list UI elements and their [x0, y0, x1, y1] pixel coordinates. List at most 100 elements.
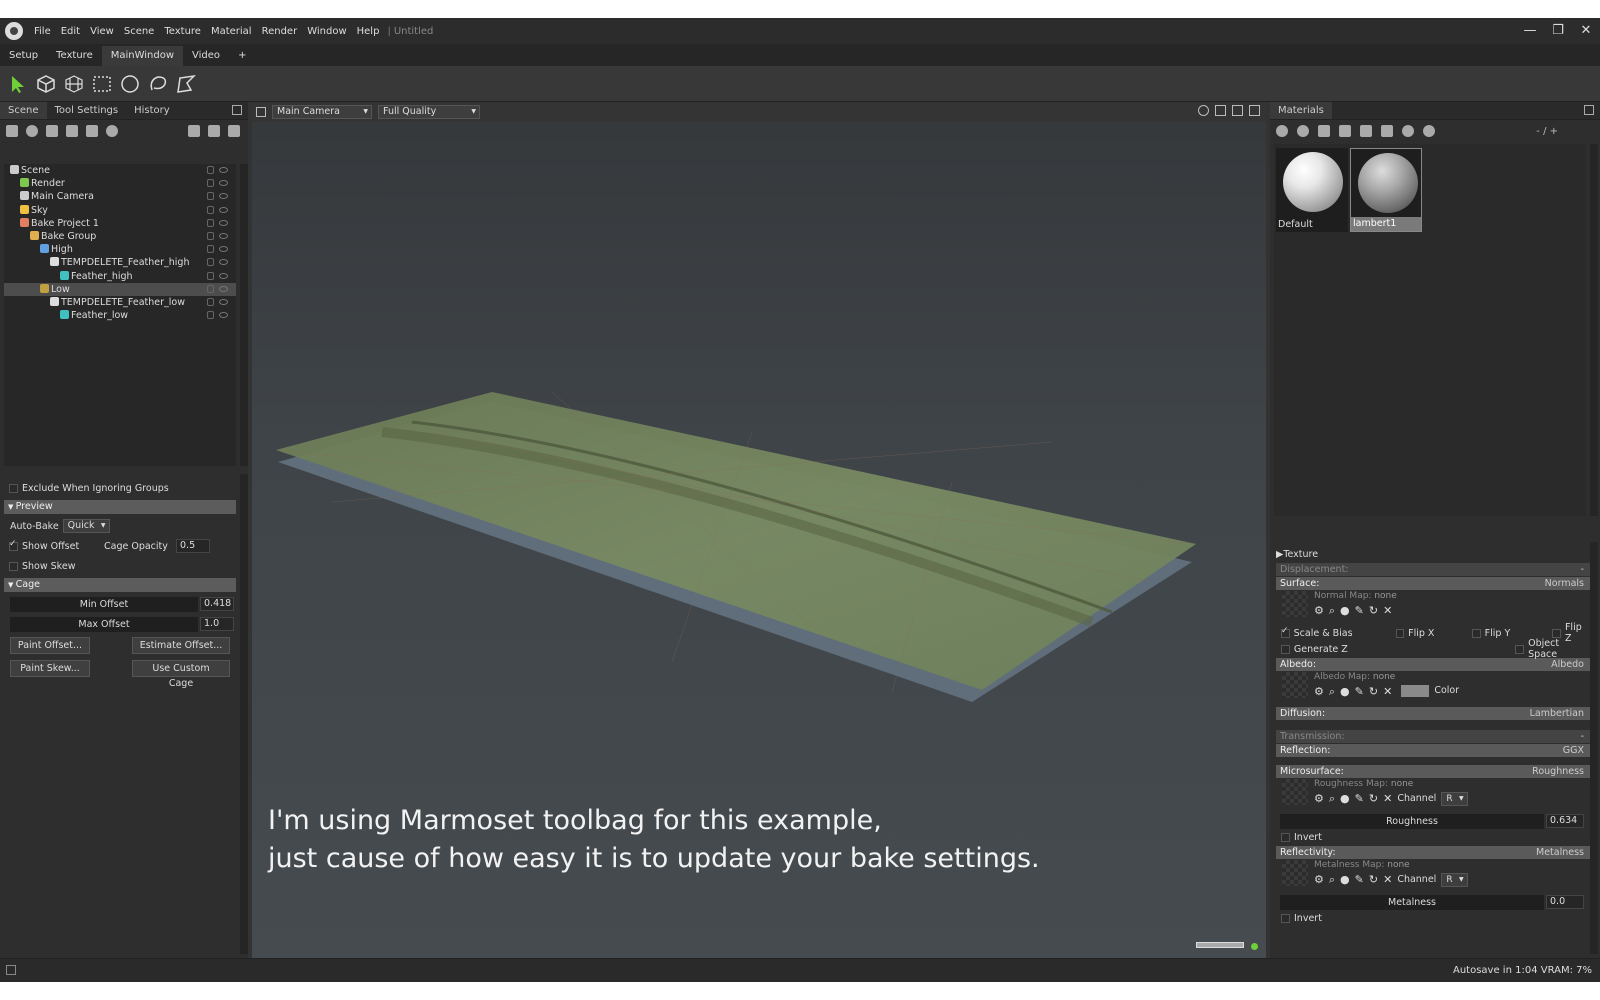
channel-dropdown[interactable]: R [1441, 792, 1468, 806]
diffusion-header[interactable]: Diffusion: Lambertian [1276, 707, 1590, 720]
tree-item[interactable]: Bake Group [4, 230, 236, 243]
tree-scrollbar[interactable] [240, 164, 248, 466]
paint-skew-button[interactable]: Paint Skew... [10, 660, 90, 677]
lock-icon[interactable] [207, 311, 214, 320]
minimize-button[interactable]: — [1516, 18, 1544, 44]
tab-video[interactable]: Video [183, 46, 229, 66]
flip-z-checkbox[interactable] [1552, 628, 1561, 638]
material-delete-icon[interactable] [1360, 125, 1372, 137]
metalness-map-slot[interactable] [1282, 860, 1308, 886]
cage-opacity-label[interactable]: Cage Opacity [104, 541, 176, 552]
auto-bake-dropdown[interactable]: Quick [62, 519, 110, 533]
tree-item[interactable]: High [4, 243, 236, 256]
lock-icon[interactable] [207, 218, 214, 227]
generate-z-checkbox[interactable] [1281, 644, 1290, 654]
gear-icon[interactable]: ⚙ [1314, 685, 1324, 699]
tree-item[interactable]: Feather_high [4, 270, 236, 283]
show-offset-checkbox[interactable] [9, 539, 18, 551]
add-tab-button[interactable]: + [229, 46, 255, 66]
microsurface-header[interactable]: Microsurface: Roughness [1276, 765, 1590, 778]
menu-window[interactable]: Window [302, 26, 351, 37]
clear-icon[interactable]: ✕ [1383, 604, 1392, 618]
tab-history[interactable]: History [126, 102, 178, 119]
invert2-checkbox[interactable] [1281, 913, 1290, 923]
visibility-icon[interactable] [219, 232, 228, 239]
add-camera-icon[interactable] [46, 125, 58, 137]
object-space-checkbox[interactable] [1515, 644, 1525, 654]
search-icon[interactable]: ⌕ [1329, 792, 1335, 806]
metal-channel-dropdown[interactable]: R [1441, 873, 1468, 887]
lock-icon[interactable] [207, 205, 214, 214]
pencil-icon[interactable]: ✎ [1355, 604, 1364, 618]
visibility-icon[interactable] [219, 219, 228, 226]
pencil-icon[interactable]: ✎ [1355, 685, 1364, 699]
material-pick-icon[interactable] [1381, 125, 1393, 137]
menu-scene[interactable]: Scene [119, 26, 160, 37]
visibility-icon[interactable] [219, 285, 228, 292]
reflectivity-dropdown[interactable]: Metalness [1536, 846, 1590, 859]
min-offset-slider[interactable]: Min Offset [10, 596, 198, 612]
tab-texture[interactable]: Texture [47, 46, 102, 66]
delete-icon[interactable] [228, 125, 240, 137]
gear-icon[interactable]: ⚙ [1314, 792, 1324, 806]
material-thumb-lambert1[interactable]: lambert1 [1350, 148, 1422, 232]
tree-item[interactable]: Scene [4, 164, 236, 177]
popout-icon[interactable] [232, 105, 242, 115]
microsurface-dropdown[interactable]: Roughness [1532, 765, 1590, 778]
polygon-select-icon[interactable] [174, 72, 198, 96]
dropper-icon[interactable]: ● [1340, 604, 1350, 618]
paint-offset-button[interactable]: Paint Offset... [10, 637, 90, 654]
dropper-icon[interactable]: ● [1340, 873, 1350, 887]
transmission-dropdown[interactable]: - [1581, 730, 1590, 743]
visibility-icon[interactable] [219, 193, 228, 200]
menu-texture[interactable]: Texture [159, 26, 206, 37]
tab-tool-settings[interactable]: Tool Settings [47, 102, 127, 119]
add-bake-icon[interactable] [106, 125, 118, 137]
lock-icon[interactable] [207, 166, 214, 174]
search-icon[interactable]: ⌕ [1329, 604, 1335, 618]
dropper-icon[interactable]: ● [1340, 685, 1350, 699]
menu-file[interactable]: File [29, 26, 56, 37]
surface-header[interactable]: Surface: Normals [1276, 577, 1590, 590]
tree-item[interactable]: Bake Project 1 [4, 217, 236, 230]
visibility-icon[interactable] [219, 246, 228, 253]
menu-view[interactable]: View [85, 26, 119, 37]
object-tool-icon[interactable] [34, 72, 58, 96]
metalness-slider[interactable]: Metalness [1280, 894, 1544, 910]
tree-item[interactable]: Render [4, 177, 236, 190]
reflection-header[interactable]: Reflection: GGX [1276, 744, 1590, 757]
exclude-checkbox[interactable] [9, 483, 18, 493]
circle-select-icon[interactable] [118, 72, 142, 96]
duplicate-icon[interactable] [208, 125, 220, 137]
menu-help[interactable]: Help [352, 26, 385, 37]
rect-select-icon[interactable] [90, 72, 114, 96]
viewport[interactable]: Main Camera Full Quality [252, 102, 1266, 958]
close-button[interactable]: ✕ [1572, 18, 1600, 44]
menu-material[interactable]: Material [206, 26, 257, 37]
roughness-map-slot[interactable] [1282, 779, 1308, 805]
surface-dropdown[interactable]: Normals [1545, 577, 1590, 590]
lock-icon[interactable] [207, 271, 214, 280]
add-light-icon[interactable] [26, 125, 38, 137]
tree-item[interactable]: Sky [4, 204, 236, 217]
tree-item[interactable]: Low [4, 282, 236, 296]
lock-icon[interactable] [207, 258, 214, 267]
diffusion-dropdown[interactable]: Lambertian [1530, 707, 1590, 720]
log-icon[interactable] [6, 965, 16, 975]
lock-icon[interactable] [207, 297, 214, 306]
transmission-header[interactable]: Transmission: - [1276, 730, 1590, 743]
dropper-icon[interactable]: ● [1340, 792, 1350, 806]
displacement-header[interactable]: Displacement: - [1276, 563, 1590, 576]
lock-icon[interactable] [207, 192, 214, 201]
lock-icon[interactable] [207, 284, 214, 293]
mesh-tool-icon[interactable] [62, 72, 86, 96]
visibility-icon[interactable] [219, 272, 228, 279]
add-sky-icon[interactable] [66, 125, 78, 137]
search-icon[interactable]: ⌕ [1329, 685, 1335, 699]
props-scrollbar[interactable] [240, 474, 248, 954]
use-custom-cage-button[interactable]: Use Custom Cage [132, 660, 230, 689]
scale-bias-checkbox[interactable] [1281, 626, 1290, 638]
material-export-icon[interactable] [1423, 125, 1435, 137]
lasso-select-icon[interactable] [146, 72, 170, 96]
material-props-scrollbar[interactable] [1590, 542, 1598, 954]
